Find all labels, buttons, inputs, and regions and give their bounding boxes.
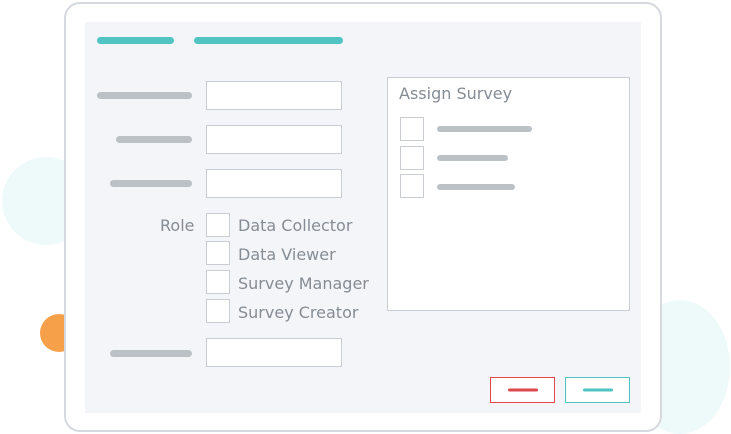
header-tab-placeholder[interactable] xyxy=(97,37,174,44)
cancel-button-label-placeholder xyxy=(507,388,538,392)
text-field[interactable] xyxy=(206,338,342,367)
field-label-placeholder xyxy=(110,350,192,357)
save-button-label-placeholder xyxy=(582,388,613,392)
role-checkbox-data-collector[interactable] xyxy=(206,213,230,237)
save-button[interactable] xyxy=(565,377,630,403)
text-field[interactable] xyxy=(206,125,342,154)
text-field[interactable] xyxy=(206,81,342,110)
survey-checkbox[interactable] xyxy=(400,117,424,141)
role-option-label: Data Collector xyxy=(238,216,353,235)
role-checkbox-survey-manager[interactable] xyxy=(206,270,230,294)
survey-name-placeholder xyxy=(437,184,515,190)
field-label-placeholder xyxy=(110,180,192,187)
role-option-label: Survey Creator xyxy=(238,303,359,322)
survey-checkbox[interactable] xyxy=(400,146,424,170)
field-label-placeholder xyxy=(116,136,192,143)
header-title-placeholder xyxy=(194,37,343,44)
survey-name-placeholder xyxy=(437,155,508,161)
cancel-button[interactable] xyxy=(490,377,555,403)
role-option-label: Survey Manager xyxy=(238,274,369,293)
role-option-label: Data Viewer xyxy=(238,245,336,264)
role-label: Role xyxy=(160,216,195,235)
role-checkbox-survey-creator[interactable] xyxy=(206,299,230,323)
text-field[interactable] xyxy=(206,169,342,198)
survey-name-placeholder xyxy=(437,126,532,132)
field-label-placeholder xyxy=(97,92,192,99)
assign-survey-title: Assign Survey xyxy=(399,84,513,103)
survey-checkbox[interactable] xyxy=(400,174,424,198)
role-checkbox-data-viewer[interactable] xyxy=(206,241,230,265)
